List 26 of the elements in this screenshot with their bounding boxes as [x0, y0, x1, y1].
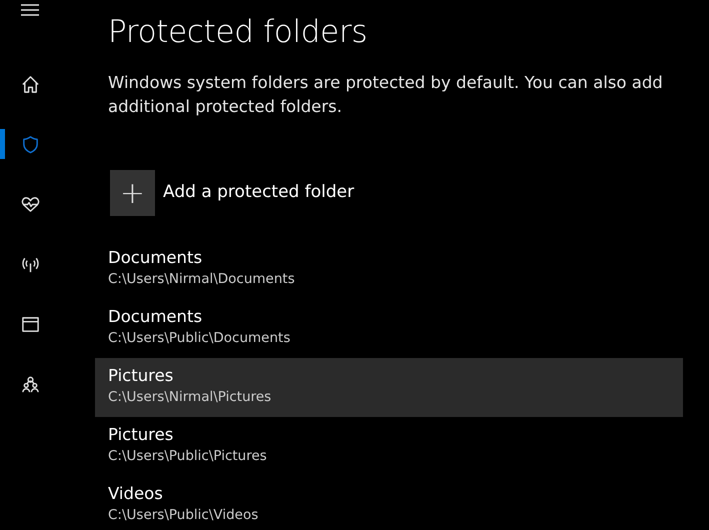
folder-path: C:\Users\Public\Videos — [108, 506, 260, 525]
folder-name: Videos — [108, 484, 164, 505]
app-window-icon — [20, 314, 40, 334]
folder-name: Documents — [108, 248, 204, 269]
folder-item[interactable]: Documents C:\Users\Public\Documents — [95, 299, 683, 358]
add-folder-button[interactable]: + Add a protected folder — [110, 170, 354, 216]
folder-item[interactable]: Pictures C:\Users\Nirmal\Pictures — [95, 358, 683, 418]
selection-indicator — [0, 129, 5, 159]
folder-item[interactable]: Documents C:\Users\Nirmal\Documents — [95, 240, 683, 300]
folder-path: C:\Users\Nirmal\Documents — [108, 270, 296, 289]
folder-name: Documents — [108, 307, 204, 328]
folder-item[interactable]: Videos C:\Users\Public\Videos — [95, 476, 683, 530]
description-text: Windows system folders are protected by default. You can also add additional protected folders. — [108, 72, 664, 118]
folder-name: Pictures — [108, 366, 174, 387]
heart-icon — [20, 194, 40, 214]
folder-item[interactable]: Pictures C:\Users\Public\Pictures — [95, 417, 683, 476]
folder-path: C:\Users\Public\Documents — [108, 328, 292, 348]
menu-icon — [20, 2, 40, 18]
shield-icon — [20, 134, 40, 154]
home-icon — [20, 74, 40, 94]
family-icon — [20, 374, 40, 394]
page-title: Protected folders — [108, 14, 368, 52]
folder-path: C:\Users\Nirmal\Pictures — [108, 388, 272, 407]
folder-name: Pictures — [108, 425, 174, 446]
folder-path: C:\Users\Public\Pictures — [108, 446, 268, 466]
plus-icon: + — [110, 170, 155, 216]
